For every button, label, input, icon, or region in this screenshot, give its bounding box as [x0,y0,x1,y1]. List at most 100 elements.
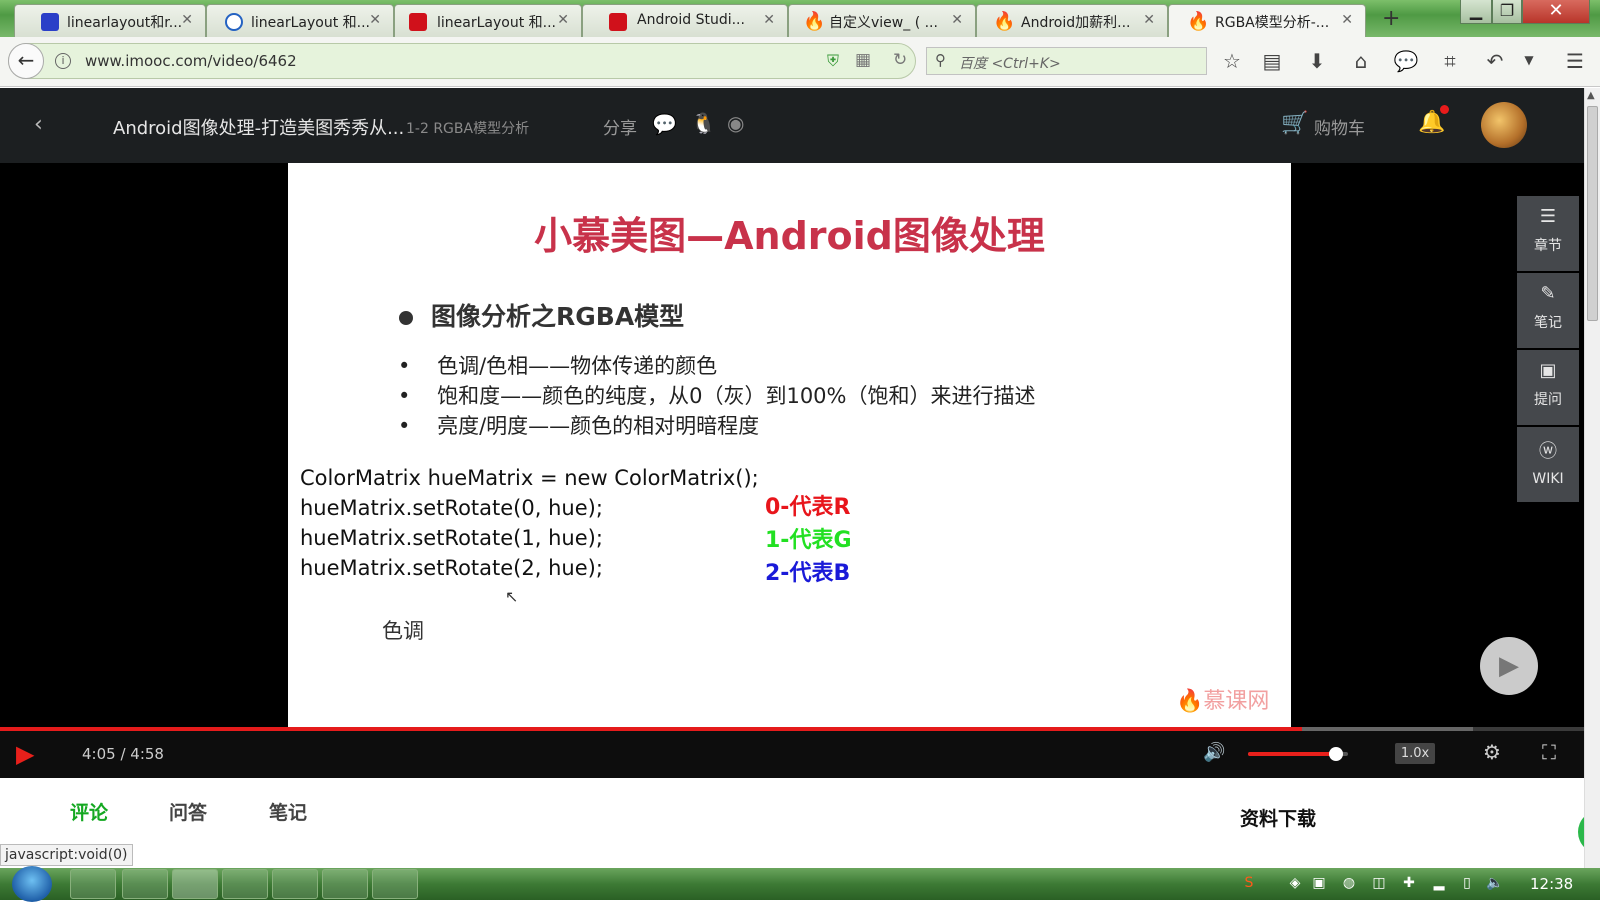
explorer-window-icon[interactable] [322,869,368,899]
bullet-dot [399,311,413,325]
download-icon[interactable]: ⬇ [1304,49,1330,73]
back-arrow-icon[interactable]: ‹ [34,112,43,137]
new-tab-icon[interactable]: + [1382,6,1400,31]
shield-icon[interactable]: ⛨ [827,51,839,71]
folder-icon[interactable] [272,869,318,899]
note-g: 1-代表G [765,528,852,553]
play-icon[interactable]: ▶ [16,740,34,768]
tray-app-icon[interactable]: ◫ [1370,874,1388,892]
start-button[interactable] [12,866,52,902]
tray-app-icon[interactable]: ▣ [1310,874,1328,892]
reading-list-icon[interactable]: ▤ [1259,49,1285,73]
browser-tab[interactable]: linearLayout 和... ✕ [394,4,582,37]
course-title[interactable]: Android图像处理-打造美图秀秀从... [113,114,404,140]
network-icon[interactable]: ▂ [1430,874,1448,892]
wiki-icon: ⓦ [1539,441,1557,462]
volume-slider[interactable] [1248,747,1348,761]
browser-tab[interactable]: 🔥 Android加薪利... ✕ [976,4,1168,37]
show-desktop-icon[interactable] [70,869,116,899]
menu-icon[interactable]: ☰ [1562,49,1588,73]
video-player[interactable]: 小慕美图—Android图像处理 图像分析之RGBA模型 • 色调/色相——物体… [0,163,1584,778]
tab-comments[interactable]: 评论 [70,798,108,825]
firefox-icon[interactable] [172,869,218,899]
bookmark-star-icon[interactable]: ☆ [1219,49,1245,73]
chapters-button[interactable]: ☰ 章节 [1517,196,1579,271]
close-tab-icon[interactable]: ✕ [181,12,193,28]
csdn-icon [409,13,427,31]
speaker-icon[interactable]: 🔈 [1486,874,1504,892]
cart-icon[interactable]: 🛒 [1281,111,1308,136]
tray-app-icon[interactable]: ✚ [1400,874,1418,892]
browser-tab[interactable]: linearlayout和r... ✕ [14,4,206,37]
scroll-up-arrow[interactable]: ▲ [1587,90,1595,101]
info-icon[interactable]: i [55,53,71,69]
slide-heading: 图像分析之RGBA模型 [431,302,685,331]
chat-icon[interactable]: 💬 [1393,49,1419,73]
close-tab-icon[interactable]: ✕ [763,12,775,28]
notes-button[interactable]: ✎ 笔记 [1517,273,1579,348]
system-clock[interactable]: 12:38 [1530,875,1573,893]
playback-speed-button[interactable]: 1.0x [1395,743,1435,764]
tab-qa[interactable]: 问答 [169,798,207,825]
app-window-icon[interactable] [372,869,418,899]
volume-knob[interactable] [1329,747,1343,761]
tab-title: 自定义view_ ( ... [829,15,938,31]
tray-app-icon[interactable]: ◍ [1340,874,1358,892]
ie-browser-icon[interactable] [122,869,168,899]
browser-tab-active[interactable]: 🔥 RGBA模型分析-... ✕ [1168,4,1366,38]
question-icon: ▣ [1539,360,1557,381]
ask-question-button[interactable]: ▣ 提问 [1517,350,1579,425]
cart-label[interactable]: 购物车 [1314,114,1365,139]
scroll-thumb[interactable] [1587,106,1598,321]
browser-tab[interactable]: linearLayout 和... ✕ [206,4,394,37]
mouse-cursor-icon: ↖ [505,587,519,606]
tray-app-icon[interactable]: ◈ [1286,874,1304,892]
browser-tab[interactable]: 🔥 自定义view_ ( ... ✕ [788,4,976,37]
address-bar[interactable]: ← i www.imooc.com/video/6462 ⛨ ▦ ↻ [8,43,916,79]
search-box[interactable]: ⚲ 百度 <Ctrl+K> [926,47,1207,75]
slide-caption: 色调 [382,619,424,643]
browser-tab[interactable]: Android Studi... ✕ [582,4,788,37]
fire-icon: 🔥 [803,11,826,32]
chevron-down-icon[interactable]: ▼ [1516,53,1542,67]
browser-tab-strip: linearlayout和r... ✕ linearLayout 和... ✕ … [0,0,1600,38]
channel-notes: 0-代表R 1-代表G 2-代表B [765,491,852,590]
weibo-icon[interactable]: ◉ [727,111,744,135]
qq-icon[interactable]: 🐧 [691,111,716,135]
close-tab-icon[interactable]: ✕ [951,12,963,28]
ime-icon[interactable]: S [1240,874,1258,892]
close-tab-icon[interactable]: ✕ [1341,12,1353,28]
close-tab-icon[interactable]: ✕ [1143,12,1155,28]
wechat-icon[interactable]: 💬 [652,112,677,136]
settings-gear-icon[interactable]: ⚙ [1483,740,1501,764]
paw-icon [41,13,59,31]
back-icon[interactable]: ← [8,43,44,79]
qr-code-icon[interactable]: ▦ [855,50,871,70]
home-icon[interactable]: ⌂ [1348,49,1374,73]
reload-icon[interactable]: ↻ [893,50,907,70]
undo-icon[interactable]: ↶ [1482,49,1508,73]
os-taskbar: S ◈ ▣ ◍ ◫ ✚ ▂ ▯ 🔈 12:38 [0,866,1600,902]
maximize-button[interactable]: ❐ [1492,0,1522,24]
fullscreen-icon[interactable]: ⛶ [1542,740,1556,764]
slide-bullet: • 饱和度——颜色的纯度，从0（灰）到100%（饱和）来进行描述 [398,384,1036,408]
close-tab-icon[interactable]: ✕ [369,12,381,28]
url-text[interactable]: www.imooc.com/video/6462 [85,52,297,70]
play-overlay-button[interactable]: ▶ [1480,637,1538,695]
imooc-watermark: 🔥慕课网 [1176,689,1270,714]
wiki-button[interactable]: ⓦ WIKI [1517,427,1579,502]
close-window-button[interactable]: ✕ [1522,0,1590,24]
fire-icon: 🔥 [1187,11,1210,32]
tab-notes[interactable]: 笔记 [269,798,307,825]
bell-icon[interactable]: 🔔 [1418,110,1445,135]
pencil-icon: ✎ [1540,283,1556,304]
volume-icon[interactable]: 🔊 [1203,742,1225,763]
minimize-button[interactable]: ▁ [1460,0,1492,24]
android-studio-icon[interactable] [222,869,268,899]
page-scrollbar[interactable]: ▲ [1584,88,1600,868]
avatar[interactable] [1481,102,1527,148]
note-r: 0-代表R [765,495,851,520]
battery-icon[interactable]: ▯ [1458,874,1476,892]
close-tab-icon[interactable]: ✕ [557,12,569,28]
crop-icon[interactable]: ⌗ [1437,49,1463,73]
